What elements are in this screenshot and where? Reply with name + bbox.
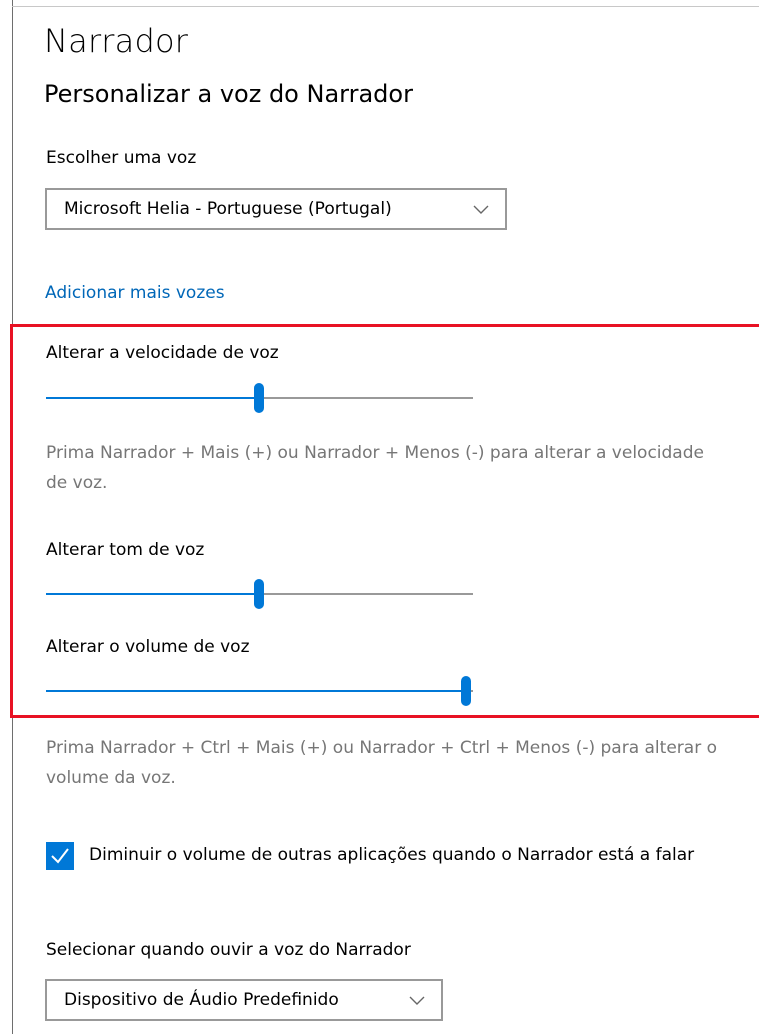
slider-thumb[interactable] [461, 676, 471, 706]
pitch-slider[interactable] [46, 579, 473, 609]
slider-thumb[interactable] [253, 579, 264, 609]
chevron-down-icon [472, 200, 490, 223]
voice-label: Escolher uma voz [46, 148, 197, 168]
add-more-voices-link[interactable]: Adicionar mais vozes [45, 283, 225, 303]
page-title: Narrador [44, 22, 189, 60]
slider-fill [46, 593, 259, 595]
audio-output-label: Selecionar quando ouvir a voz do Narrado… [46, 940, 411, 960]
speed-slider[interactable] [46, 383, 473, 413]
voice-dropdown-value: Microsoft Helia - Portuguese (Portugal) [64, 199, 392, 219]
lower-volume-label: Diminuir o volume de outras aplicações q… [89, 845, 695, 865]
slider-fill [46, 690, 466, 692]
pitch-label: Alterar tom de voz [46, 540, 205, 560]
volume-help-text: Prima Narrador + Ctrl + Mais (+) ou Narr… [46, 738, 717, 788]
audio-output-dropdown[interactable]: Dispositivo de Áudio Predefinido [45, 979, 443, 1021]
checkmark-icon [51, 848, 69, 864]
slider-fill [46, 397, 259, 399]
slider-thumb[interactable] [253, 383, 264, 413]
volume-slider[interactable] [46, 676, 473, 706]
lower-volume-checkbox[interactable] [46, 842, 74, 870]
chevron-down-icon [408, 991, 426, 1014]
window-top-border [12, 6, 759, 7]
voice-dropdown[interactable]: Microsoft Helia - Portuguese (Portugal) [45, 188, 507, 230]
speed-help-text: Prima Narrador + Mais (+) ou Narrador + … [46, 443, 704, 493]
speed-label: Alterar a velocidade de voz [46, 343, 279, 363]
volume-label: Alterar o volume de voz [46, 637, 250, 657]
audio-output-dropdown-value: Dispositivo de Áudio Predefinido [64, 990, 339, 1010]
section-subtitle: Personalizar a voz do Narrador [44, 80, 413, 108]
